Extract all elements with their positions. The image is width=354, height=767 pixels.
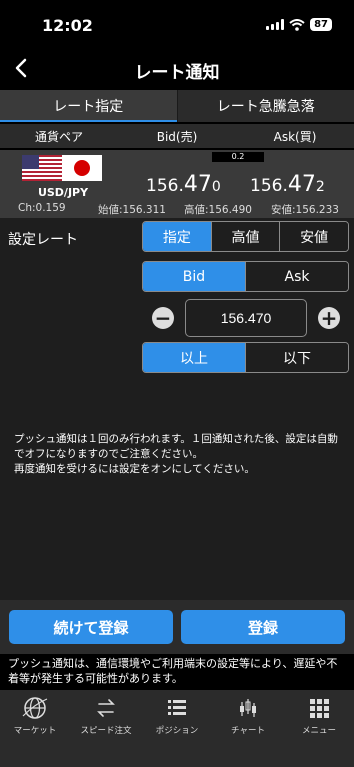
nav-speed-order-label: スピード注文 <box>80 726 132 736</box>
us-flag-icon <box>22 155 62 181</box>
open-value: 始値:156.311 <box>98 204 166 216</box>
increment-button[interactable]: + <box>318 307 340 329</box>
pair-name: USD/JPY <box>37 186 89 199</box>
quote-panel: USD/JPY 0.2 156. 47 0 156. 47 2 Ch:0.159… <box>0 150 354 218</box>
nav-market-label: マーケット <box>13 726 57 736</box>
japan-flag-icon <box>62 155 102 181</box>
bid-price: 156. 47 0 <box>146 172 221 197</box>
rate-type-specified[interactable]: 指定 <box>143 222 211 251</box>
tab-rate-surge[interactable]: レート急騰急落 <box>176 90 354 122</box>
push-notification-note: プッシュ通知は１回のみ行われます。１回通知された後、設定は自動でオフになりますの… <box>14 433 338 475</box>
bid-price-pips: 47 <box>183 172 212 197</box>
side-ask[interactable]: Ask <box>245 262 348 291</box>
column-ask: Ask(買) <box>273 129 317 144</box>
nav-position[interactable]: ポジション <box>142 694 212 736</box>
side-selector: Bid Ask <box>142 261 349 292</box>
cellular-signal-icon <box>266 19 285 30</box>
wifi-icon <box>289 18 305 31</box>
setting-rate-label: 設定レート <box>8 232 78 248</box>
condition-below[interactable]: 以下 <box>245 343 348 372</box>
condition-above[interactable]: 以上 <box>143 343 245 372</box>
nav-bar: レート通知 <box>0 48 354 88</box>
ask-price-fraction: 2 <box>315 179 325 195</box>
page-title: レート通知 <box>134 63 220 83</box>
tab-rate-specified[interactable]: レート指定 <box>0 90 177 122</box>
list-icon <box>168 700 186 715</box>
ask-price-pips: 47 <box>287 172 316 197</box>
tab-bar: レート指定 レート急騰急落 <box>0 90 354 122</box>
continue-register-button[interactable]: 続けて登録 <box>9 610 173 644</box>
change-value: Ch:0.159 <box>18 202 66 214</box>
nav-chart[interactable]: チャート <box>213 694 283 736</box>
nav-speed-order[interactable]: スピード注文 <box>71 694 141 736</box>
grid-menu-icon <box>310 699 329 718</box>
condition-selector: 以上 以下 <box>142 342 349 373</box>
status-time: 12:02 <box>42 16 93 35</box>
rate-type-high[interactable]: 高値 <box>210 222 280 251</box>
rate-type-low[interactable]: 安値 <box>279 222 348 251</box>
footer-note: プッシュ通知は、通信環境やご利用端末の設定等により、遅延や不着等が発生する可能性… <box>8 657 338 685</box>
decrement-button[interactable]: − <box>152 307 174 329</box>
register-button[interactable]: 登録 <box>181 610 345 644</box>
side-bid[interactable]: Bid <box>143 262 245 291</box>
column-header: 通貨ペア Bid(売) Ask(買) <box>0 124 354 148</box>
nav-market[interactable]: マーケット <box>0 694 70 736</box>
rate-type-selector: 指定 高値 安値 <box>142 221 349 252</box>
nav-menu-label: メニュー <box>301 726 336 736</box>
speed-order-icon <box>97 699 115 717</box>
ask-price-big-figure: 156. <box>250 176 288 196</box>
candlestick-icon <box>240 699 256 717</box>
high-value: 高値:156.490 <box>184 204 252 216</box>
column-bid: Bid(売) <box>156 129 198 144</box>
nav-chart-label: チャート <box>231 726 265 736</box>
nav-menu[interactable]: メニュー <box>284 694 354 736</box>
low-value: 安値:156.233 <box>271 204 339 216</box>
bottom-nav: マーケット スピード注文 ポジション チャート メニュー <box>0 690 354 767</box>
globe-icon <box>22 697 48 719</box>
status-icons: 87 <box>266 18 332 31</box>
rate-input[interactable] <box>185 299 307 337</box>
status-bar: 12:02 87 <box>0 0 354 48</box>
spread-value: 0.2 <box>212 152 264 162</box>
ask-price: 156. 47 2 <box>250 172 325 197</box>
nav-position-label: ポジション <box>155 726 199 736</box>
battery-icon: 87 <box>310 18 332 31</box>
column-pair: 通貨ペア <box>34 129 83 144</box>
bid-price-fraction: 0 <box>211 179 221 195</box>
bid-price-big-figure: 156. <box>146 176 184 196</box>
